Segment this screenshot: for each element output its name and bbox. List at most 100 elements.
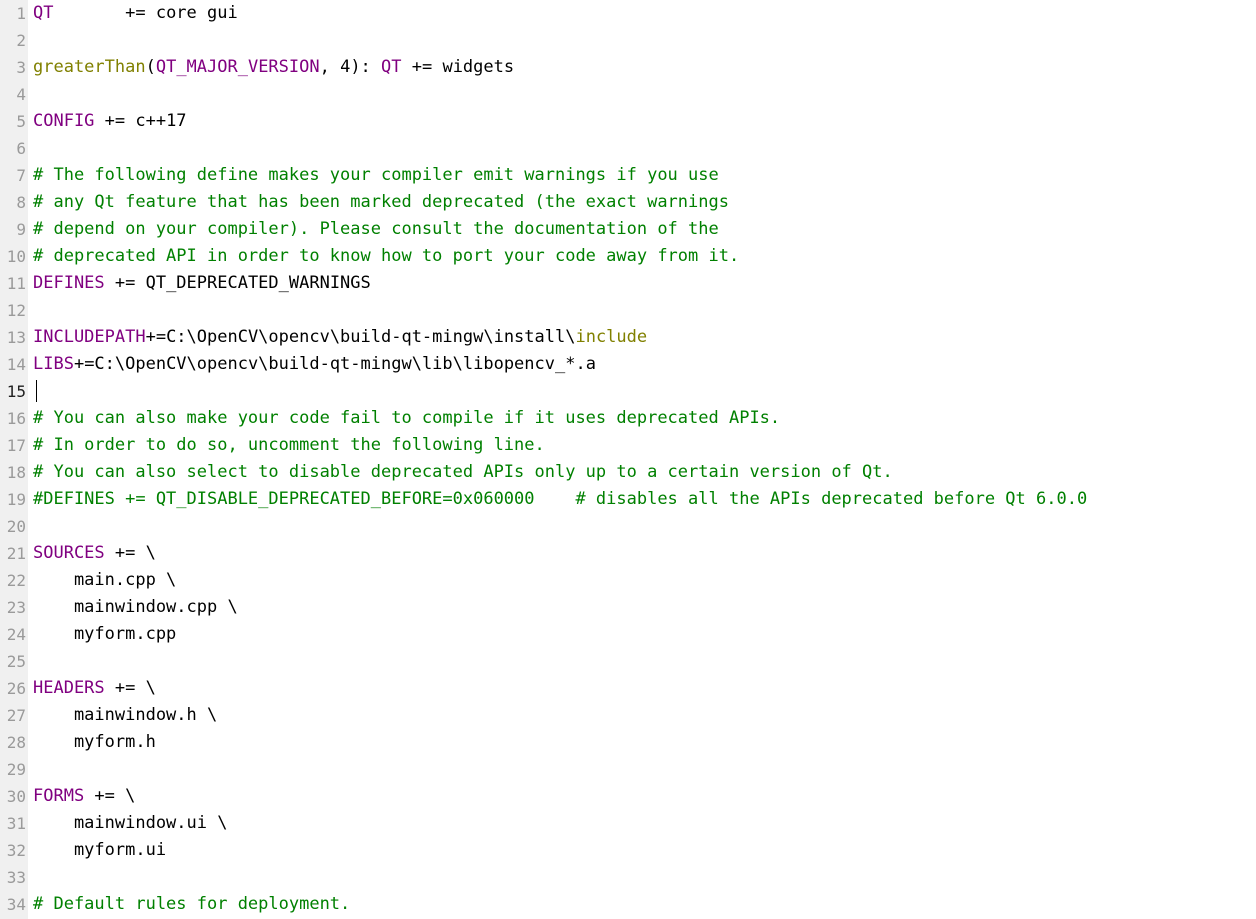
code-line[interactable]: 5 CONFIG += c++17 [0, 108, 1256, 135]
code-text: main.cpp \ [33, 567, 176, 594]
comment-token: # You can also make your code fail to co… [33, 408, 781, 428]
code-text: mainwindow.h \ [33, 702, 217, 729]
code-line[interactable]: 24 myform.cpp [0, 621, 1256, 648]
variable-token: QT [33, 3, 54, 23]
comment-token: # Default rules for deployment. [33, 894, 351, 914]
comment-token: # deprecated API in order to know how to… [33, 246, 740, 266]
line-number: 9 [16, 220, 26, 239]
code-line[interactable]: 26 HEADERS += \ [0, 675, 1256, 702]
code-line[interactable]: 27 mainwindow.h \ [0, 702, 1256, 729]
text-token: += QT_DEPRECATED_WARNINGS [104, 273, 371, 293]
code-line[interactable]: 22 main.cpp \ [0, 567, 1256, 594]
code-line[interactable]: 13 INCLUDEPATH+=C:\OpenCV\opencv\build-qt… [0, 324, 1256, 351]
code-text: # You can also select to disable depreca… [33, 459, 893, 486]
code-line[interactable]: 18 # You can also select to disable depre… [0, 459, 1256, 486]
function-token: greaterThan [33, 57, 146, 77]
line-number: 12 [6, 301, 26, 320]
line-number: 6 [16, 139, 26, 158]
line-number: 15 [6, 382, 26, 401]
code-line[interactable]: 29 [0, 756, 1256, 783]
code-line[interactable]: 1 QT += core gui [0, 0, 1256, 27]
code-line[interactable]: 33 [0, 864, 1256, 891]
variable-token: INCLUDEPATH [33, 327, 146, 347]
line-number: 18 [6, 463, 26, 482]
text-token: += c++17 [94, 111, 187, 131]
code-editor[interactable]: 1 QT += core gui 2 3 greaterThan(QT_MAJOR_VE… [0, 0, 1256, 919]
code-line[interactable]: 4 [0, 81, 1256, 108]
code-text: myform.h [33, 729, 156, 756]
code-line[interactable]: 6 [0, 135, 1256, 162]
line-number: 2 [16, 31, 26, 50]
code-line[interactable]: 23 mainwindow.cpp \ [0, 594, 1256, 621]
code-line[interactable]: 3 greaterThan(QT_MAJOR_VERSION, 4): QT +=… [0, 54, 1256, 81]
code-text: # depend on your compiler). Please consu… [33, 216, 719, 243]
code-text: HEADERS += \ [33, 675, 156, 702]
text-token: += \ [84, 786, 136, 806]
code-line[interactable]: 11 DEFINES += QT_DEPRECATED_WARNINGS [0, 270, 1256, 297]
code-line[interactable]: 31 mainwindow.ui \ [0, 810, 1256, 837]
code-line[interactable]: 20 [0, 513, 1256, 540]
text-token: main.cpp \ [33, 570, 177, 590]
line-number: 34 [6, 895, 26, 914]
line-number: 29 [6, 760, 26, 779]
code-text: SOURCES += \ [33, 540, 156, 567]
variable-token: DEFINES [33, 273, 105, 293]
text-token: +=C:\OpenCV\opencv\build-qt-mingw\instal… [145, 327, 576, 347]
variable-token: QT [381, 57, 402, 77]
code-text: # In order to do so, uncomment the follo… [33, 432, 545, 459]
code-line[interactable]: 28 myform.h [0, 729, 1256, 756]
line-number: 4 [16, 85, 26, 104]
line-number: 32 [6, 841, 26, 860]
line-number: 11 [6, 274, 26, 293]
line-number: 23 [6, 598, 26, 617]
code-line[interactable]: 7 # The following define makes your compi… [0, 162, 1256, 189]
code-line[interactable]: 15 [0, 378, 1256, 405]
code-line[interactable]: 8 # any Qt feature that has been marked d… [0, 189, 1256, 216]
code-text: CONFIG += c++17 [33, 108, 187, 135]
text-token: += \ [104, 678, 156, 698]
code-line[interactable]: 2 [0, 27, 1256, 54]
code-line[interactable]: 12 [0, 297, 1256, 324]
code-text: myform.cpp [33, 621, 176, 648]
line-number: 28 [6, 733, 26, 752]
text-token: mainwindow.ui \ [33, 813, 228, 833]
text-token: mainwindow.h \ [33, 705, 218, 725]
text-token: ( [145, 57, 156, 77]
text-token: +=C:\OpenCV\opencv\build-qt-mingw\lib\li… [73, 354, 596, 374]
text-token: myform.ui [33, 840, 167, 860]
code-line[interactable]: 9 # depend on your compiler). Please cons… [0, 216, 1256, 243]
code-line[interactable]: 34 # Default rules for deployment. [0, 891, 1256, 918]
variable-token: QT_MAJOR_VERSION [155, 57, 320, 77]
code-line[interactable]: 16 # You can also make your code fail to … [0, 405, 1256, 432]
line-number: 24 [6, 625, 26, 644]
function-token: include [575, 327, 648, 347]
code-line[interactable]: 21 SOURCES += \ [0, 540, 1256, 567]
code-line[interactable]: 14 LIBS+=C:\OpenCV\opencv\build-qt-mingw\… [0, 351, 1256, 378]
code-text: # deprecated API in order to know how to… [33, 243, 739, 270]
line-number: 16 [6, 409, 26, 428]
code-line[interactable]: 10 # deprecated API in order to know how … [0, 243, 1256, 270]
code-line[interactable]: 19 #DEFINES += QT_DISABLE_DEPRECATED_BEFO… [0, 486, 1256, 513]
line-number: 8 [16, 193, 26, 212]
variable-token: CONFIG [33, 111, 95, 131]
comment-token: #DEFINES += QT_DISABLE_DEPRECATED_BEFORE… [33, 489, 1088, 509]
text-cursor [36, 380, 37, 402]
code-line[interactable]: 30 FORMS += \ [0, 783, 1256, 810]
code-lines[interactable]: 1 QT += core gui 2 3 greaterThan(QT_MAJOR_VE… [0, 0, 1256, 918]
code-text: LIBS+=C:\OpenCV\opencv\build-qt-mingw\li… [33, 351, 596, 378]
code-text: # You can also make your code fail to co… [33, 405, 780, 432]
code-line[interactable]: 25 [0, 648, 1256, 675]
code-line[interactable]: 32 myform.ui [0, 837, 1256, 864]
text-token: , 4): [319, 57, 382, 77]
line-number: 7 [16, 166, 26, 185]
line-number: 22 [6, 571, 26, 590]
code-text: FORMS += \ [33, 783, 135, 810]
line-number: 14 [6, 355, 26, 374]
line-number: 17 [6, 436, 26, 455]
code-line[interactable]: 17 # In order to do so, uncomment the fol… [0, 432, 1256, 459]
code-text: greaterThan(QT_MAJOR_VERSION, 4): QT += … [33, 54, 514, 81]
line-number: 31 [6, 814, 26, 833]
line-number: 33 [6, 868, 26, 887]
line-number: 19 [6, 490, 26, 509]
line-number: 26 [6, 679, 26, 698]
